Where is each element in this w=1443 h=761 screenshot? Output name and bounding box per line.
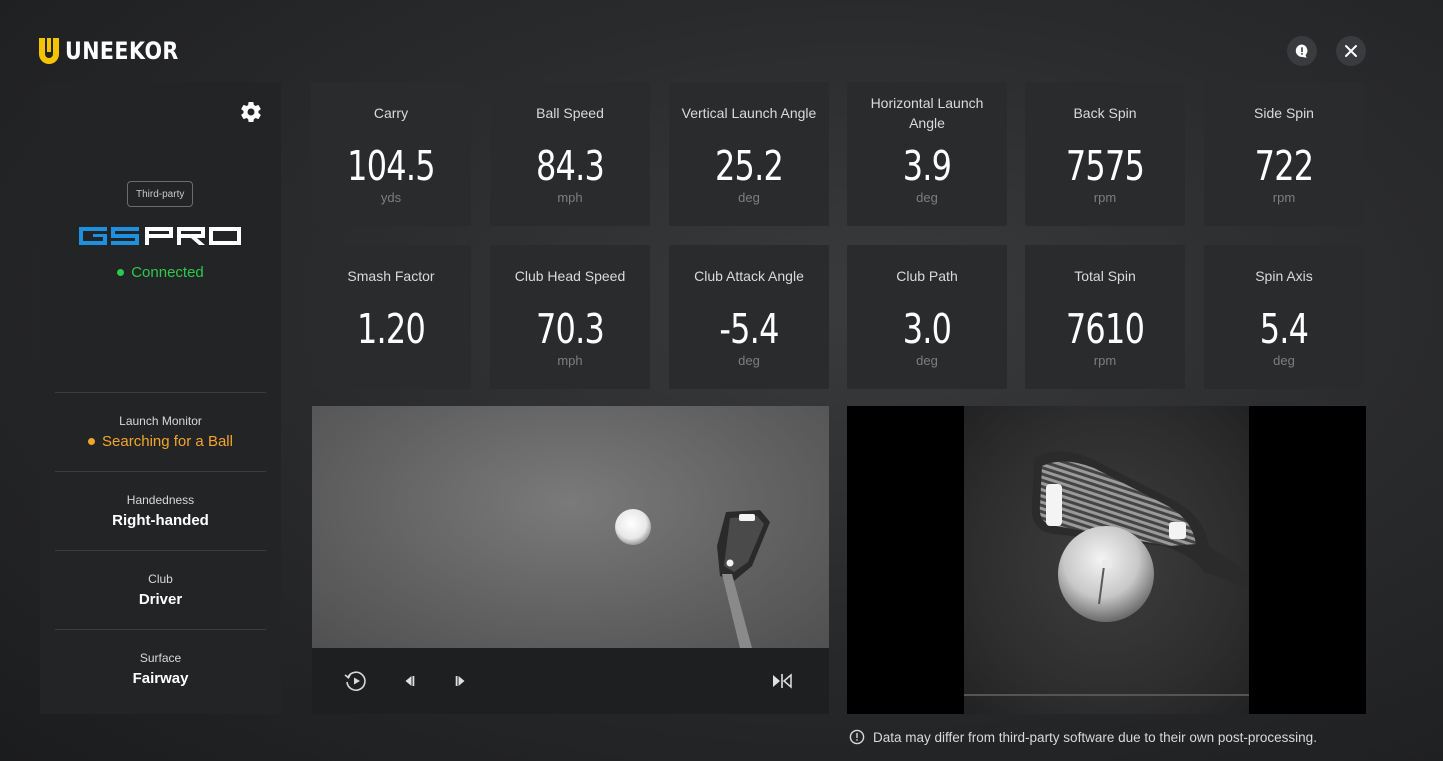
metric-card-back-spin: Back Spin 7575 rpm [1025,82,1185,226]
club-value: Driver [138,591,183,608]
metric-value: 3.9 [902,142,952,190]
disclaimer: Data may differ from third-party softwar… [849,728,1317,746]
flip-horizontal-icon[interactable] [770,669,794,693]
launch-monitor-section: Launch Monitor Searching for a Ball [55,392,266,471]
closeup-camera-view [847,406,1366,714]
replay-icon[interactable] [344,669,368,693]
metric-unit: deg [738,353,760,368]
metric-unit: deg [738,190,760,205]
metric-unit: deg [916,353,938,368]
metric-card-smash-factor: Smash Factor 1.20 [311,245,471,389]
metric-card-carry: Carry 104.5 yds [311,82,471,226]
handedness-section[interactable]: Handedness Right-handed [55,471,266,550]
metric-card-side-spin: Side Spin 722 rpm [1204,82,1364,226]
metric-value: 7575 [1065,142,1145,190]
uneekor-logo: UNEEKOR [38,36,197,66]
metric-unit: mph [557,190,583,205]
handedness-value: Right-handed [112,512,209,529]
feedback-icon [1295,44,1308,58]
close-icon [1345,45,1357,57]
surface-value: Fairway [132,670,189,687]
gear-icon[interactable] [239,100,263,124]
status-dot-icon [88,437,96,445]
connection-status: Connected [40,264,281,281]
metric-unit: yds [380,190,402,205]
closeup-camera-frame[interactable] [964,406,1249,714]
club-section[interactable]: Club Driver [55,550,266,629]
metric-unit: rpm [1093,190,1117,205]
sidebar: Third-party Connected Launch Monitor Sea… [40,82,281,714]
feedback-button[interactable] [1287,36,1317,66]
metric-unit: deg [1273,353,1295,368]
impact-video-player [312,406,829,714]
metric-value: 84.3 [535,142,605,190]
metric-unit: deg [916,190,938,205]
metric-card-club-head-speed: Club Head Speed 70.3 mph [490,245,650,389]
metric-card-spin-axis: Spin Axis 5.4 deg [1204,245,1364,389]
metric-value: 722 [1254,142,1314,190]
metric-unit: rpm [1272,190,1296,205]
metric-value: 3.0 [902,305,952,353]
metric-value: 70.3 [535,305,605,353]
metric-card-ball-speed: Ball Speed 84.3 mph [490,82,650,226]
disclaimer-text: Data may differ from third-party softwar… [873,729,1317,745]
metric-card-club-path: Club Path 3.0 deg [847,245,1007,389]
launch-monitor-status: Searching for a Ball [55,433,266,450]
metric-card-club-attack-angle: Club Attack Angle -5.4 deg [669,245,829,389]
step-back-icon[interactable] [397,669,421,693]
impact-frame-image [615,509,770,648]
metric-value: 25.2 [714,142,784,190]
metric-card-horizontal-launch-angle: Horizontal Launch Angle 3.9 deg [847,82,1007,226]
gspro-logo [79,227,241,245]
close-button[interactable] [1336,36,1366,66]
metric-card-vertical-launch-angle: Vertical Launch Angle 25.2 deg [669,82,829,226]
step-forward-icon[interactable] [449,669,473,693]
impact-video-frame[interactable] [312,406,829,648]
metric-value: 1.20 [356,305,426,353]
surface-section[interactable]: Surface Fairway [55,629,266,708]
metric-unit: mph [557,353,583,368]
info-icon [849,729,865,745]
metric-value: -5.4 [719,305,779,353]
metric-value: 7610 [1065,305,1145,353]
status-dot-icon [117,268,125,276]
closeup-frame-image [964,451,1249,696]
uneekor-logo-icon [39,38,59,64]
third-party-badge: Third-party [127,181,194,207]
metric-unit: rpm [1093,353,1117,368]
brand-name: UNEEKOR [65,37,179,65]
metric-card-total-spin: Total Spin 7610 rpm [1025,245,1185,389]
metric-value: 104.5 [347,142,435,190]
video-controls [312,648,829,714]
metric-value: 5.4 [1259,305,1309,353]
